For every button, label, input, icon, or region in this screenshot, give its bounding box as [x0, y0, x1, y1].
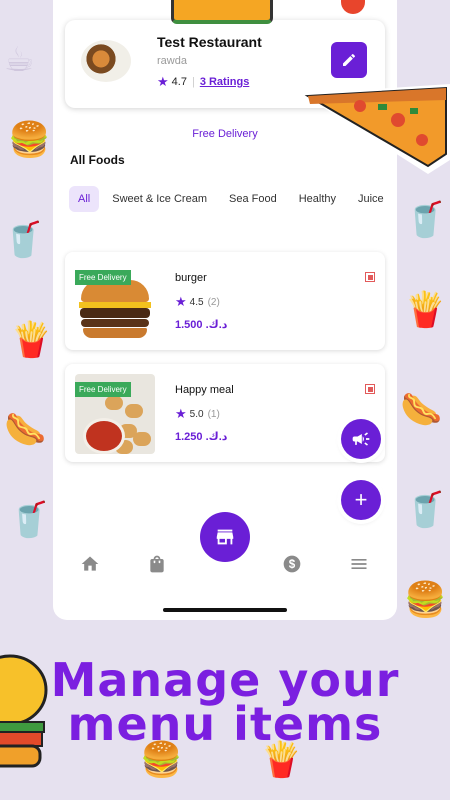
dollar-icon: $ — [283, 555, 301, 573]
food-name: burger — [175, 272, 207, 284]
food-card[interactable]: Free Delivery burger ★ 4.5 (2) 1.500 .د.… — [65, 252, 385, 350]
ratings-link[interactable]: 3 Ratings — [200, 76, 250, 88]
free-delivery-badge: Free Delivery — [75, 382, 131, 397]
tab-juice[interactable]: Juice — [349, 186, 393, 212]
rating-separator: | — [191, 76, 195, 88]
section-title: All Foods — [70, 153, 125, 167]
star-icon: ★ — [175, 406, 187, 421]
availability-indicator-icon[interactable] — [365, 272, 375, 282]
food-rating: ★ 5.0 (1) — [175, 406, 220, 422]
food-rating-count: (2) — [207, 296, 220, 308]
tab-sea-food[interactable]: Sea Food — [220, 186, 286, 212]
category-tabs: All Sweet & Ice Cream Sea Food Healthy J… — [69, 186, 397, 212]
nav-menu[interactable] — [347, 552, 371, 576]
burger-illustration-top — [171, 0, 273, 24]
nav-orders[interactable] — [145, 552, 169, 576]
home-indicator — [163, 608, 287, 612]
food-rating: ★ 4.5 (2) — [175, 294, 220, 310]
tab-healthy[interactable]: Healthy — [290, 186, 345, 212]
star-icon: ★ — [175, 294, 187, 309]
tab-sweet-ice-cream[interactable]: Sweet & Ice Cream — [103, 186, 216, 212]
restaurant-subtitle: rawda — [157, 55, 187, 67]
restaurant-rating: ★ 4.7 | 3 Ratings — [157, 74, 249, 90]
pizza-slice-illustration — [302, 84, 450, 174]
tab-all[interactable]: All — [69, 186, 100, 212]
nav-home[interactable] — [78, 552, 102, 576]
hamburger-menu-icon — [351, 559, 367, 569]
food-price: 1.500 .د.ك — [175, 319, 228, 331]
food-card[interactable]: Free Delivery Happy meal ★ 5.0 (1) 1.250… — [65, 364, 385, 462]
megaphone-icon — [352, 432, 370, 446]
food-rating-value: 4.5 — [189, 296, 204, 308]
home-icon — [81, 556, 99, 571]
restaurant-logo — [81, 40, 131, 82]
pencil-icon — [343, 53, 356, 66]
restaurant-name: Test Restaurant — [157, 34, 262, 50]
bag-icon — [150, 555, 164, 573]
tomato-illustration — [341, 0, 365, 14]
food-price: 1.250 .د.ك — [175, 431, 228, 443]
star-icon: ★ — [157, 74, 169, 89]
food-rating-count: (1) — [207, 408, 220, 420]
add-item-button[interactable]: + — [341, 480, 381, 520]
nav-earnings[interactable]: $ — [280, 552, 304, 576]
edit-restaurant-button[interactable] — [331, 42, 367, 78]
availability-indicator-icon[interactable] — [365, 384, 375, 394]
promo-headline: Manage your menu items — [0, 653, 450, 751]
nav-store-button[interactable] — [200, 512, 250, 562]
svg-text:$: $ — [289, 558, 296, 571]
store-icon — [216, 529, 234, 545]
food-name: Happy meal — [175, 384, 234, 396]
headline-line-2: menu items — [67, 697, 383, 751]
food-rating-value: 5.0 — [189, 408, 204, 420]
announce-button[interactable] — [341, 419, 381, 459]
rating-value: 4.7 — [171, 76, 187, 88]
headline-line-1: Manage your — [50, 653, 400, 707]
free-delivery-badge: Free Delivery — [75, 270, 131, 285]
plus-icon: + — [354, 487, 368, 512]
